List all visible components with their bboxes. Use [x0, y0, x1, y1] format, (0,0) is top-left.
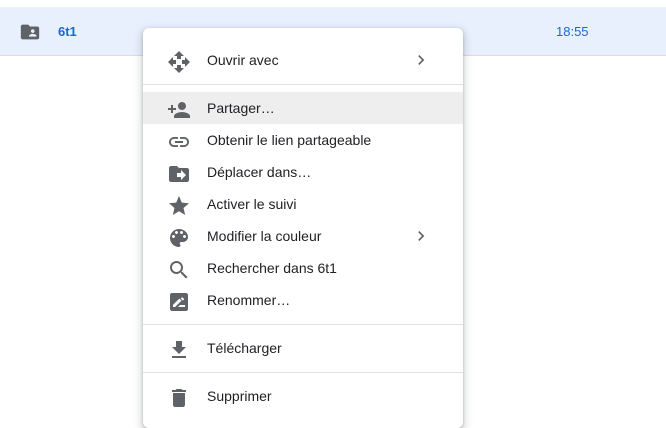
link-icon	[167, 130, 191, 154]
rename-icon	[167, 290, 191, 314]
menu-item-label: Supprimer	[207, 388, 272, 404]
person-add-icon	[167, 98, 191, 122]
menu-item-label: Activer le suivi	[207, 196, 297, 212]
star-icon	[167, 194, 191, 218]
menu-item-open-with[interactable]: Ouvrir avec	[143, 44, 463, 76]
top-band	[0, 0, 666, 7]
move-to-folder-icon	[167, 162, 191, 186]
chevron-right-icon	[411, 50, 431, 70]
menu-item-star[interactable]: Activer le suivi	[143, 188, 463, 220]
file-name[interactable]: 6t1	[58, 24, 77, 39]
menu-item-move-to[interactable]: Déplacer dans…	[143, 156, 463, 188]
menu-divider	[143, 84, 463, 85]
context-menu: Ouvrir avec Partager… Obtenir le lien pa…	[143, 28, 463, 428]
menu-divider	[143, 324, 463, 325]
menu-item-delete[interactable]: Supprimer	[143, 380, 463, 412]
menu-item-label: Télécharger	[207, 340, 282, 356]
menu-item-share[interactable]: Partager…	[143, 92, 463, 124]
chevron-right-icon	[411, 226, 431, 246]
menu-item-change-color[interactable]: Modifier la couleur	[143, 220, 463, 252]
file-modified-time: 18:55	[556, 24, 589, 39]
download-icon	[167, 338, 191, 362]
menu-item-get-link[interactable]: Obtenir le lien partageable	[143, 124, 463, 156]
shared-folder-icon	[19, 21, 41, 43]
menu-item-label: Obtenir le lien partageable	[207, 132, 372, 148]
menu-item-label: Rechercher dans 6t1	[207, 260, 337, 276]
palette-icon	[167, 226, 191, 250]
menu-item-download[interactable]: Télécharger	[143, 332, 463, 364]
menu-item-label: Renommer…	[207, 292, 291, 308]
open-with-icon	[167, 50, 191, 74]
menu-item-rename[interactable]: Renommer…	[143, 284, 463, 316]
menu-item-label: Partager…	[207, 100, 275, 116]
menu-divider	[143, 372, 463, 373]
menu-item-label: Ouvrir avec	[207, 52, 279, 68]
menu-item-label: Déplacer dans…	[207, 164, 312, 180]
menu-item-label: Modifier la couleur	[207, 228, 322, 244]
search-icon	[167, 258, 191, 282]
trash-icon	[167, 386, 191, 410]
menu-item-search-in[interactable]: Rechercher dans 6t1	[143, 252, 463, 284]
